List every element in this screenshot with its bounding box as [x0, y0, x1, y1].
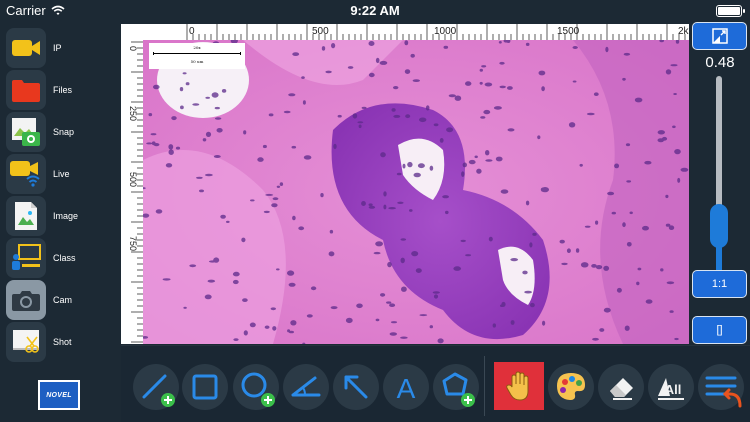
- text-tool-glyph: A: [397, 373, 416, 404]
- video-camera-icon: [6, 28, 46, 68]
- sidebar-item-snap[interactable]: Snap: [6, 112, 116, 152]
- scale-magnification: 20x: [193, 45, 201, 50]
- toolbar-divider: [484, 356, 485, 416]
- sidebar-item-label: Class: [53, 253, 76, 263]
- fit-screen-button[interactable]: []: [692, 316, 747, 344]
- microscope-image[interactable]: [143, 40, 689, 344]
- arrow-tool-button[interactable]: [333, 364, 379, 410]
- ruler-left-label: 250: [128, 106, 138, 121]
- circle-add-icon: [241, 372, 275, 407]
- camera-icon: [6, 280, 46, 320]
- sidebar-item-image[interactable]: Image: [6, 196, 116, 236]
- zoom-slider-knob[interactable]: [710, 203, 728, 248]
- ruler-left: 0 250 500 750: [121, 24, 143, 344]
- line-tool-button[interactable]: [133, 364, 179, 410]
- text-tool-button[interactable]: A: [383, 364, 429, 410]
- image-icon: [6, 196, 46, 236]
- sidebar-item-ip[interactable]: IP: [6, 28, 116, 68]
- menu-undo-tool-button[interactable]: [698, 364, 744, 410]
- scale-bar-line: [153, 52, 241, 55]
- arrow-icon: [344, 375, 368, 399]
- classroom-icon: [6, 238, 46, 278]
- app-window: Carrier 9:22 AM IP Files Snap Live Image…: [0, 0, 750, 422]
- live-camera-icon: [6, 154, 46, 194]
- eraser-icon: [610, 378, 633, 400]
- brand-logo: NOVEL: [38, 380, 80, 410]
- sidebar-item-label: Snap: [53, 127, 75, 137]
- sidebar-item-class[interactable]: Class: [6, 238, 116, 278]
- menu-undo-icon: [705, 376, 742, 408]
- sidebar-item-label: Live: [53, 169, 70, 179]
- angle-tool-button[interactable]: [283, 364, 329, 410]
- rectangle-icon: [192, 374, 218, 400]
- sidebar-item-live[interactable]: Live: [6, 154, 116, 194]
- battery-icon: [716, 5, 745, 17]
- ruler-top-label: 1000: [434, 26, 457, 37]
- ruler-left-label: 500: [128, 172, 138, 187]
- zoom-1-1-button[interactable]: 1:1: [692, 270, 747, 298]
- sidebar-item-label: Image: [53, 211, 79, 221]
- sidebar-item-cam[interactable]: Cam: [6, 280, 116, 320]
- status-time: 9:22 AM: [350, 3, 400, 18]
- status-bar: Carrier 9:22 AM: [0, 0, 750, 22]
- folder-icon: [6, 70, 46, 110]
- sidebar-item-label: Cam: [53, 295, 73, 305]
- sidebar-item-label: Files: [53, 85, 73, 95]
- palette-icon: [557, 373, 585, 400]
- clear-all-icon: All: [658, 378, 684, 400]
- text-a-icon: A: [397, 373, 416, 404]
- image-viewer[interactable]: 0 500 1000 1500 2k 0 250 500 750 20x 50 …: [121, 24, 689, 344]
- scale-length: 50 um: [190, 59, 204, 64]
- hand-icon: [506, 371, 529, 401]
- rectangle-tool-button[interactable]: [182, 364, 228, 410]
- ruler-left-label: 750: [128, 236, 138, 251]
- zoom-slider[interactable]: [710, 76, 728, 288]
- zoom-value: 0.48: [705, 54, 735, 71]
- fullscreen-toggle-button[interactable]: [692, 22, 747, 50]
- sidebar-item-shot[interactable]: Shot: [6, 322, 116, 362]
- ruler-top-label: 2k: [678, 26, 689, 37]
- line-add-icon: [142, 374, 175, 407]
- snapshot-camera-icon: [6, 112, 46, 152]
- clear-all-tool-button[interactable]: All: [648, 364, 694, 410]
- scale-bar: 20x 50 um: [149, 43, 245, 69]
- annotation-toolbar: A All: [121, 345, 750, 422]
- ruler-top-label: 0: [189, 26, 195, 37]
- color-tool-button[interactable]: [548, 364, 594, 410]
- eraser-tool-button[interactable]: [598, 364, 644, 410]
- angle-icon: [291, 376, 321, 397]
- ruler-left-label: 0: [128, 46, 138, 51]
- sidebar-item-files[interactable]: Files: [6, 70, 116, 110]
- zoom-panel: 0.48 1:1 []: [690, 22, 750, 344]
- polygon-tool-button[interactable]: [433, 364, 479, 410]
- sidebar-item-label: IP: [53, 43, 62, 53]
- ruler-top-label: 1500: [557, 26, 580, 37]
- circle-tool-button[interactable]: [233, 364, 279, 410]
- polygon-add-icon: [442, 372, 475, 407]
- pan-tool-button[interactable]: [494, 362, 544, 410]
- ruler-top-label: 500: [312, 26, 329, 37]
- screenshot-icon: [6, 322, 46, 362]
- ruler-top: 0 500 1000 1500 2k: [121, 24, 689, 40]
- sidebar-item-label: Shot: [53, 337, 72, 347]
- fullscreen-icon: [711, 28, 728, 44]
